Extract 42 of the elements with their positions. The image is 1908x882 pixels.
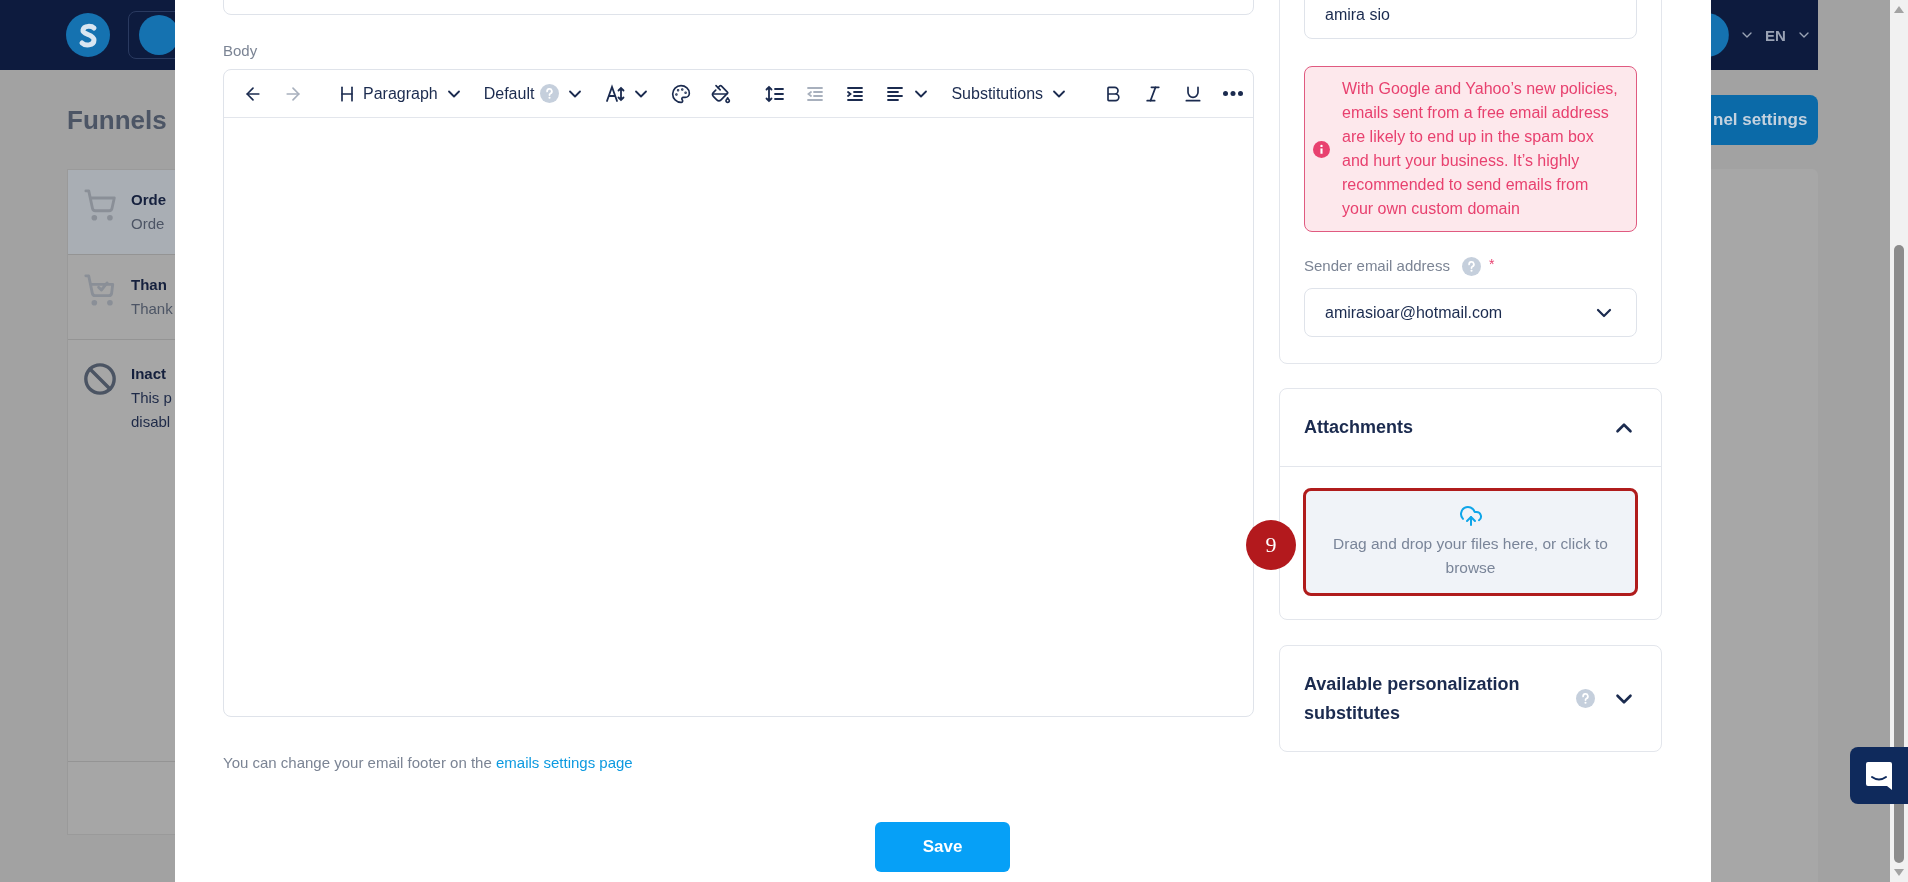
language-selector[interactable]: EN: [1765, 26, 1786, 44]
substitutions-dropdown[interactable]: Substitutions: [944, 79, 1077, 108]
line-height-icon: [765, 83, 786, 104]
funnel-settings-button[interactable]: nel settings: [1711, 95, 1818, 145]
help-icon: [540, 84, 560, 103]
sender-email-select[interactable]: amirasioar@hotmail.com: [1304, 288, 1637, 337]
ban-icon: [83, 362, 117, 396]
funnel-step[interactable]: Orde Orde: [68, 170, 175, 255]
page-title: Funnels: [67, 106, 168, 134]
workspace-logo-tile[interactable]: [128, 11, 175, 59]
personalization-header[interactable]: Available personalization substitutes: [1280, 646, 1661, 751]
logo-icon[interactable]: [66, 13, 110, 57]
font-size-icon: [605, 83, 626, 104]
cart-check-icon: [83, 273, 117, 307]
step-title: Orde: [131, 190, 166, 210]
sender-email-label: Sender email address: [1304, 256, 1450, 276]
funnel-step[interactable]: Inact This p disabl: [68, 340, 175, 761]
step-description: disabl: [131, 412, 172, 432]
more-icon: [1223, 91, 1244, 96]
footer-note: You can change your email footer on the emails settings page: [223, 753, 634, 773]
cloud-upload-icon: [1458, 504, 1483, 528]
cart-icon: [83, 188, 117, 222]
attachments-header[interactable]: Attachments: [1280, 389, 1661, 467]
font-dropdown[interactable]: Default: [476, 79, 593, 108]
chat-button[interactable]: [1850, 747, 1908, 804]
step-description: This p: [131, 388, 172, 408]
required-mark: *: [1488, 256, 1495, 272]
sender-name-field[interactable]: amira sio: [1304, 0, 1637, 39]
step-title: Than: [131, 275, 168, 295]
block-type-dropdown[interactable]: Paragraph: [330, 79, 471, 108]
step-description: Thank: [131, 299, 173, 319]
dropzone-text: Drag and drop your files here, or click to browse: [1332, 534, 1609, 578]
info-icon: [1313, 140, 1330, 158]
step-title: Inact: [131, 364, 167, 384]
chat-icon: [1865, 760, 1893, 791]
paint-bucket-icon: [711, 83, 732, 104]
body-label: Body: [223, 41, 259, 61]
step-description: Orde: [131, 214, 166, 234]
palette-icon: [671, 83, 692, 104]
step-badge: 9: [1246, 520, 1296, 570]
avatar-icon[interactable]: [1711, 13, 1729, 57]
warning-text: With Google and Yahoo’s new policies, emails sent from a free email address are likely to end up in the spam box and hurt your business. It’s highly recommended to send emails from your own custom domain: [1342, 79, 1618, 219]
